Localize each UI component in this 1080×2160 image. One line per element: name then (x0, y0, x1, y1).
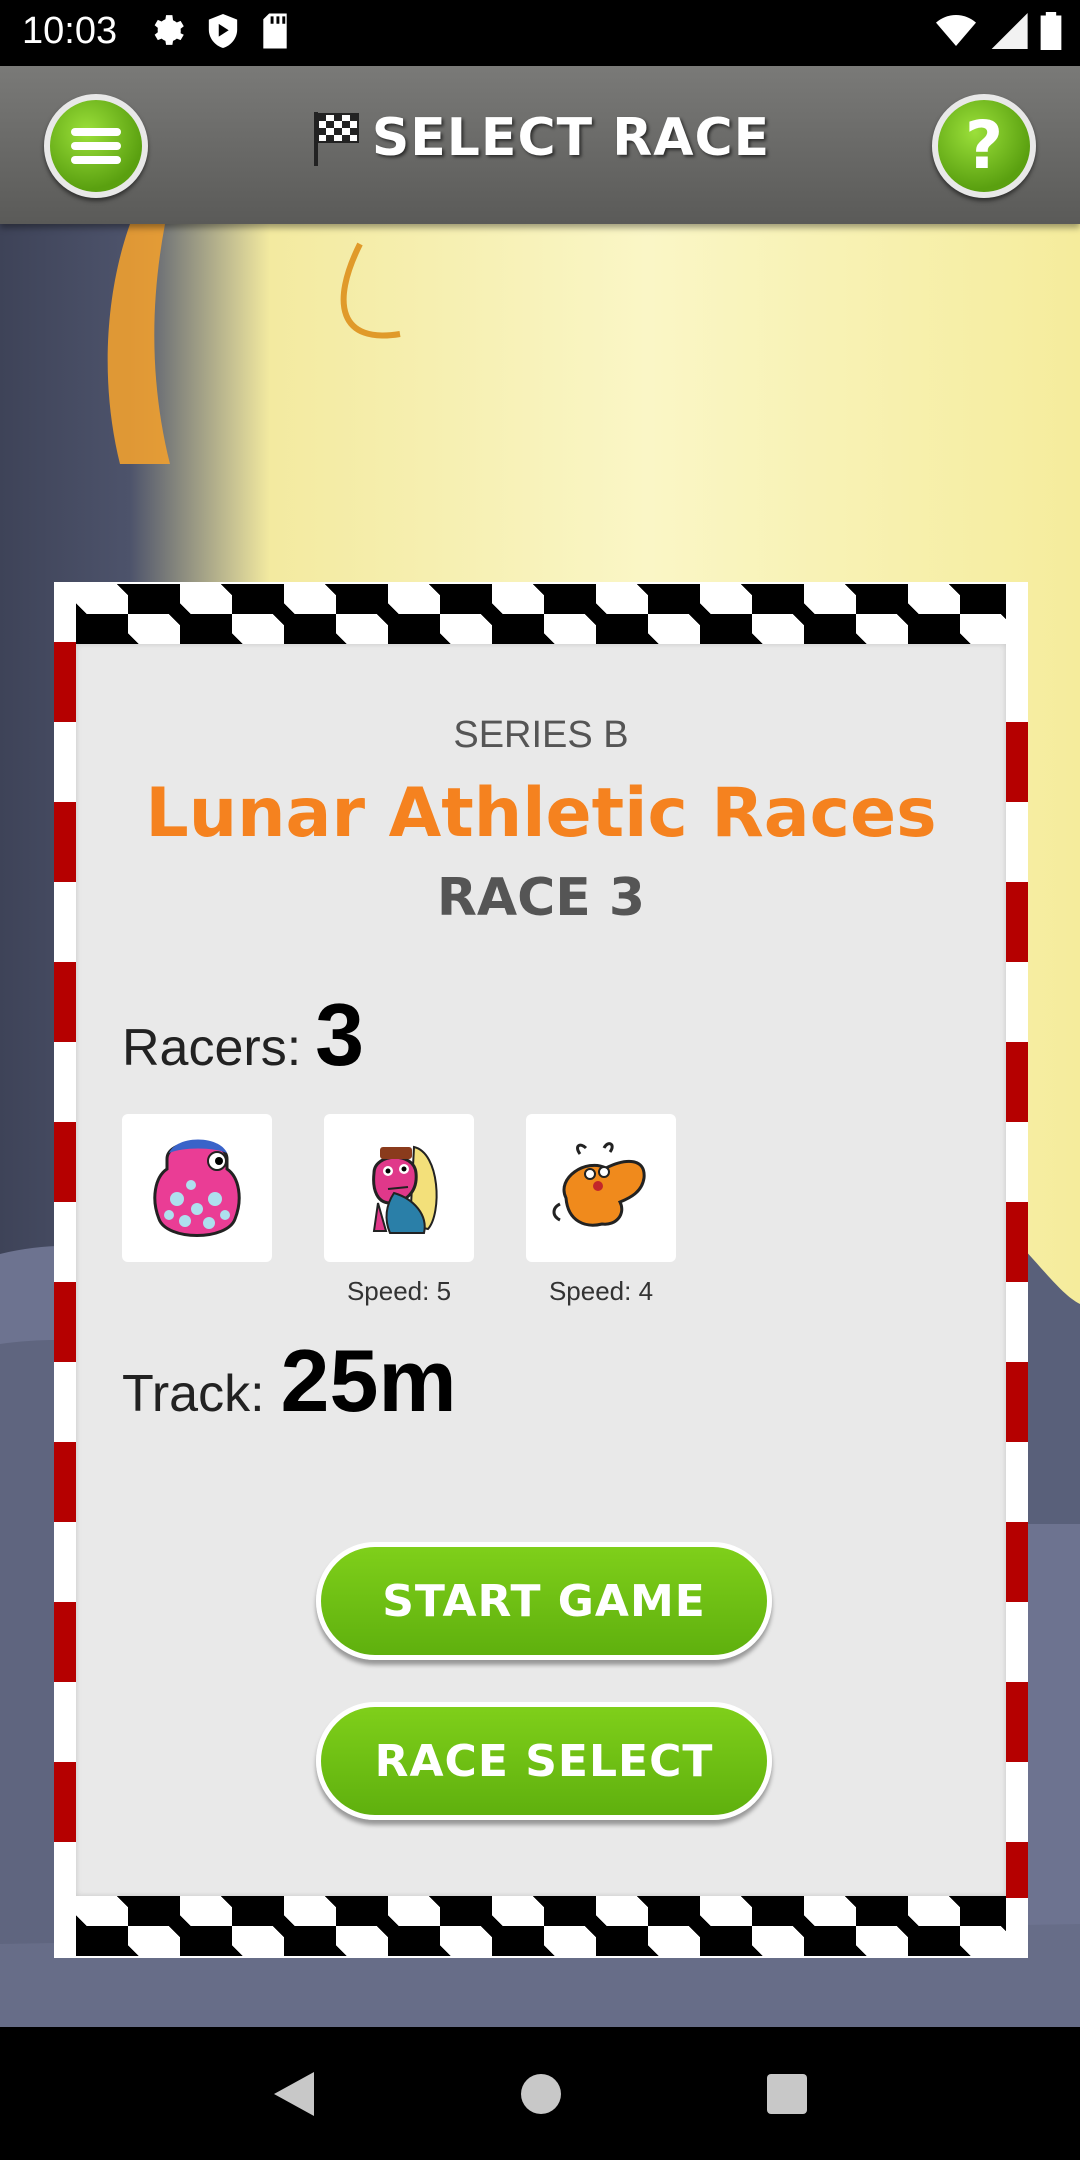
racer-speed: Speed: 4 (548, 1276, 654, 1306)
pink-spotted-monster-icon (153, 1139, 241, 1237)
orange-antennae-monster-icon (552, 1142, 646, 1227)
home-icon[interactable] (519, 2072, 563, 2116)
status-time: 10:03 (22, 10, 118, 52)
race-card-content: SERIES B Lunar Athletic Races RACE 3 Rac… (76, 644, 1006, 1896)
racer-card[interactable] (122, 1114, 272, 1308)
start-game-button[interactable]: START GAME (316, 1542, 772, 1660)
pink-caped-monster-icon (372, 1145, 438, 1234)
racers-row: Racers: 3 (122, 984, 364, 1086)
sd-card-icon (263, 13, 287, 49)
racer-tile (122, 1114, 272, 1262)
racer-card[interactable]: Speed: 5 (324, 1114, 474, 1308)
track-label: Track: (122, 1365, 265, 1423)
gear-icon (154, 15, 184, 45)
race-select-button[interactable]: RACE SELECT (316, 1702, 772, 1820)
status-icons-right (936, 12, 1062, 50)
signal-icon (991, 13, 1028, 49)
status-icons-left (148, 12, 290, 50)
help-icon: ? (964, 107, 1004, 184)
scene-background: SERIES B Lunar Athletic Races RACE 3 Rac… (0, 224, 1080, 2027)
race-name: Lunar Athletic Races (145, 774, 937, 853)
app-title-wrap: SELECT RACE (0, 108, 1080, 168)
help-button[interactable]: ? (932, 94, 1036, 198)
status-bar: 10:03 (0, 0, 1080, 66)
racers-count: 3 (315, 985, 365, 1084)
racer-list: Speed: 5 Speed: 4 (122, 1114, 676, 1308)
race-number: RACE 3 (436, 868, 646, 928)
series-label: SERIES B (453, 714, 629, 756)
system-nav-bar (0, 2027, 1080, 2160)
back-icon[interactable] (272, 2070, 316, 2118)
racer-card[interactable]: Speed: 4 (526, 1114, 676, 1308)
shield-icon (208, 14, 238, 48)
racer-tile (324, 1114, 474, 1262)
stripe-border-right (1006, 642, 1028, 1898)
recents-icon[interactable] (766, 2073, 808, 2115)
race-card: SERIES B Lunar Athletic Races RACE 3 Rac… (54, 582, 1028, 1958)
checkered-border-top (76, 584, 1006, 644)
track-length: 25m (280, 1331, 457, 1430)
page-title: SELECT RACE (371, 108, 771, 168)
battery-icon (1040, 12, 1062, 50)
racer-speed: Speed: 5 (346, 1276, 452, 1306)
stripe-border-left (54, 642, 76, 1898)
racer-tile (526, 1114, 676, 1262)
app-bar: SELECT RACE ? (0, 66, 1080, 224)
checkered-border-bottom (76, 1896, 1006, 1956)
checkered-flag-icon (313, 112, 359, 166)
racers-label: Racers: (122, 1019, 302, 1077)
wifi-icon (936, 15, 976, 46)
track-row: Track: 25m (122, 1330, 457, 1432)
